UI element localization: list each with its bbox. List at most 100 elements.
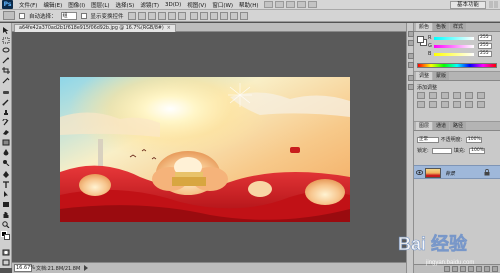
menu-view[interactable]: 视图(V) [187,1,206,9]
blend-mode-dropdown[interactable]: 正常 [417,136,439,143]
menu-filter[interactable]: 滤镜(T) [140,1,159,9]
tab-channels[interactable]: 通道 [433,122,450,130]
align-top-icon[interactable] [127,11,136,20]
zoom-level-icon[interactable] [286,1,296,8]
visibility-eye-icon[interactable] [416,170,423,175]
eyedropper-tool-icon[interactable] [2,77,10,84]
tab-layers[interactable]: 图层 [416,122,433,130]
blur-tool-icon[interactable] [2,149,10,156]
opacity-field[interactable]: 100% [465,136,482,143]
screen-mode-toggle-icon[interactable] [2,259,10,266]
align-center-icon[interactable] [167,11,176,20]
menu-edit[interactable]: 编辑(E) [43,1,62,9]
zoom-tool-icon[interactable] [2,221,10,228]
auto-select-checkbox[interactable] [19,12,25,19]
distribute-center-icon[interactable] [229,11,238,20]
show-transform-checkbox[interactable] [80,12,87,19]
red-slider-track[interactable] [434,37,474,40]
tab-paths[interactable]: 路径 [450,122,467,130]
align-left-icon[interactable] [157,11,166,20]
pen-tool-icon[interactable] [2,171,10,178]
black-white-icon[interactable] [429,101,437,108]
distribute-top-icon[interactable] [189,11,198,20]
blue-value-field[interactable]: 255 [478,51,492,57]
quick-select-tool-icon[interactable] [2,57,10,64]
menu-file[interactable]: 文件(F) [19,1,37,9]
distribute-middle-icon[interactable] [199,11,208,20]
screen-mode-icon[interactable] [308,1,318,8]
tab-styles[interactable]: 样式 [450,23,467,31]
minibridge-icon[interactable] [275,1,285,8]
blue-slider[interactable]: B 255 [428,51,500,57]
path-selection-tool-icon[interactable] [2,191,10,198]
gradient-tool-icon[interactable] [2,139,10,146]
color-spectrum-bar[interactable] [417,63,497,68]
move-tool-icon[interactable] [2,27,10,34]
document-tab[interactable]: a64fe42a370ad2b1f618e915f06d92b.jpg @ 16… [14,24,176,32]
status-menu-arrow-icon[interactable] [84,265,89,271]
blue-slider-track[interactable] [434,53,474,56]
close-icon[interactable] [494,1,498,8]
menu-layer[interactable]: 图层(L) [91,1,109,9]
menu-help[interactable]: 帮助(H) [239,1,258,9]
quick-mask-icon[interactable] [2,249,10,256]
invert-icon[interactable] [465,101,473,108]
curves-icon[interactable] [441,92,449,99]
crop-tool-icon[interactable] [2,67,10,74]
photo-filter-icon[interactable] [441,101,449,108]
healing-brush-tool-icon[interactable] [2,89,10,96]
brightness-contrast-icon[interactable] [417,92,425,99]
red-value-field[interactable]: 255 [478,35,492,41]
green-slider-track[interactable] [434,45,474,48]
type-tool-icon[interactable] [2,181,10,188]
layer-name[interactable]: 背景 [445,170,455,177]
tab-swatches[interactable]: 色板 [433,23,450,31]
color-panel-foreground-swatch[interactable] [417,36,424,43]
marquee-tool-icon[interactable] [2,37,10,44]
arrange-documents-icon[interactable] [297,1,307,8]
color-balance-icon[interactable] [417,101,425,108]
red-slider[interactable]: R 255 [428,35,500,41]
lasso-tool-icon[interactable] [2,47,10,54]
green-slider[interactable]: G 255 [428,43,500,49]
canvas-workspace[interactable] [12,32,406,262]
history-brush-tool-icon[interactable] [2,119,10,126]
auto-select-target-dropdown[interactable]: 组 [60,11,77,20]
fill-field[interactable]: 100% [469,147,486,154]
green-value-field[interactable]: 255 [478,43,492,49]
vibrance-icon[interactable] [465,92,473,99]
shape-tool-icon[interactable] [2,201,10,208]
document-image[interactable] [60,77,350,222]
tab-color[interactable]: 颜色 [416,23,433,31]
distribute-left-icon[interactable] [219,11,228,20]
posterize-icon[interactable] [477,101,485,108]
tab-masks[interactable]: 蒙版 [433,72,450,80]
dodge-tool-icon[interactable] [2,159,10,166]
background-color-swatch[interactable] [4,234,10,240]
workspace-switcher-button[interactable]: 基本功能 [449,1,486,9]
hand-tool-icon[interactable] [2,211,10,218]
minimize-icon[interactable] [489,1,493,8]
channel-mixer-icon[interactable] [453,101,461,108]
menu-3d[interactable]: 3D(D) [165,2,181,8]
move-tool-preset-icon[interactable] [3,11,15,20]
distribute-right-icon[interactable] [239,11,248,20]
hue-saturation-icon[interactable] [477,92,485,99]
color-panel-swatches[interactable] [417,36,427,46]
align-middle-icon[interactable] [137,11,146,20]
menu-window[interactable]: 窗口(W) [212,1,233,9]
menu-select[interactable]: 选择(S) [116,1,135,9]
align-right-icon[interactable] [177,11,186,20]
lock-options[interactable] [432,147,453,154]
exposure-icon[interactable] [453,92,461,99]
layer-row-background[interactable]: 背景 [414,165,500,179]
distribute-bottom-icon[interactable] [209,11,218,20]
align-bottom-icon[interactable] [147,11,156,20]
brush-tool-icon[interactable] [2,99,10,106]
close-document-icon[interactable]: × [167,25,171,32]
menu-image[interactable]: 图像(I) [68,1,85,9]
bridge-icon[interactable] [264,1,274,8]
eraser-tool-icon[interactable] [2,129,10,136]
zoom-level-field[interactable]: 16.67% [14,264,35,272]
tab-adjustments[interactable]: 调整 [416,72,433,80]
